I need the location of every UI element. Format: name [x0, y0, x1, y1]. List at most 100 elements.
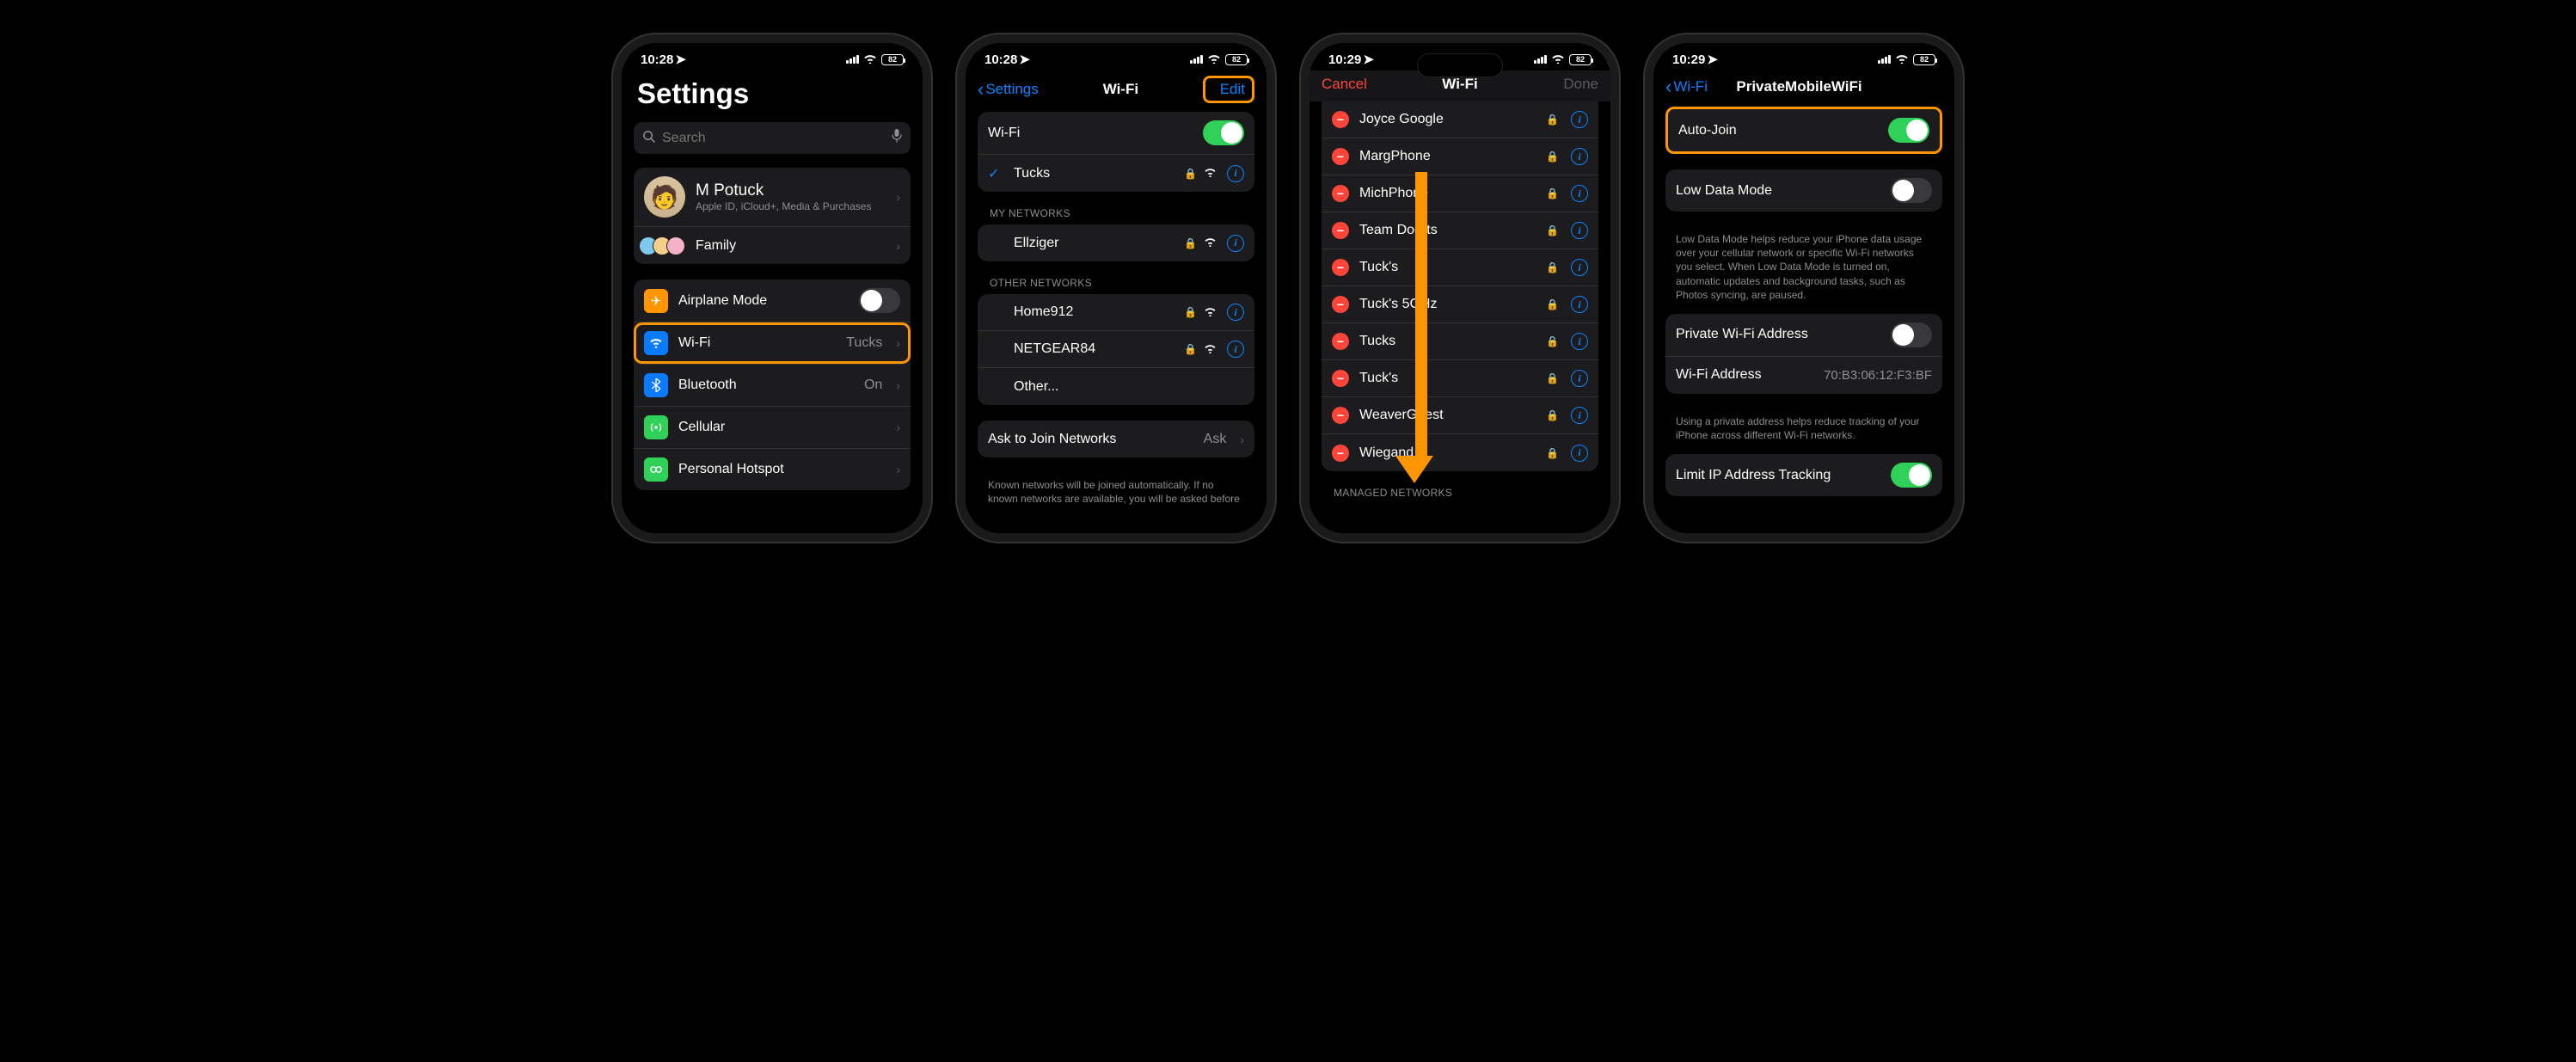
network-edit-row[interactable]: −MichPhone🔒i: [1322, 175, 1598, 212]
network-edit-row[interactable]: −Joyce Google🔒i: [1322, 101, 1598, 138]
network-edit-row[interactable]: −WeaverGuest🔒i: [1322, 397, 1598, 434]
clock: 10:28: [984, 52, 1017, 67]
network-edit-row[interactable]: −Tuck's 5GHz🔒i: [1322, 286, 1598, 323]
network-row[interactable]: Home912 🔒 i: [978, 294, 1254, 331]
info-icon[interactable]: i: [1571, 148, 1588, 165]
cancel-button[interactable]: Cancel: [1322, 76, 1373, 93]
delete-icon[interactable]: −: [1332, 445, 1349, 462]
info-icon[interactable]: i: [1227, 304, 1244, 321]
lock-icon: 🔒: [1184, 237, 1197, 249]
wifi-address-row: Wi-Fi Address 70:B3:06:12:F3:BF: [1665, 357, 1942, 394]
wifi-toggle[interactable]: [1203, 120, 1244, 145]
wifi-icon: [1895, 53, 1909, 66]
wifi-signal-icon: [1204, 236, 1217, 249]
ask-to-join-row[interactable]: Ask to Join Networks Ask ›: [978, 421, 1254, 457]
info-icon[interactable]: i: [1571, 333, 1588, 350]
info-icon[interactable]: i: [1571, 185, 1588, 202]
private-address-toggle[interactable]: [1891, 322, 1932, 347]
info-icon[interactable]: i: [1571, 259, 1588, 276]
wifi-address-value: 70:B3:06:12:F3:BF: [1824, 368, 1932, 383]
delete-icon[interactable]: −: [1332, 259, 1349, 276]
info-icon[interactable]: i: [1227, 165, 1244, 182]
network-row[interactable]: NETGEAR84 🔒 i: [978, 331, 1254, 368]
family-row[interactable]: Family ›: [634, 227, 911, 264]
delete-icon[interactable]: −: [1332, 148, 1349, 165]
hotspot-icon: [644, 457, 668, 482]
battery-icon: 82: [1913, 54, 1935, 65]
limit-ip-toggle[interactable]: [1891, 463, 1932, 488]
network-edit-row[interactable]: −Tuck's🔒i: [1322, 360, 1598, 397]
info-icon[interactable]: i: [1571, 370, 1588, 387]
checkmark-icon: ✓: [988, 165, 1003, 182]
bluetooth-row[interactable]: Bluetooth On ›: [634, 365, 911, 407]
connected-network-row[interactable]: ✓ Tucks 🔒 i: [978, 155, 1254, 192]
hotspot-row[interactable]: Personal Hotspot ›: [634, 449, 911, 490]
delete-icon[interactable]: −: [1332, 185, 1349, 202]
info-icon[interactable]: i: [1571, 445, 1588, 462]
limit-ip-row[interactable]: Limit IP Address Tracking: [1665, 454, 1942, 496]
lock-icon: 🔒: [1546, 447, 1559, 459]
low-data-label: Low Data Mode: [1676, 183, 1880, 199]
profile-name: M Potuck: [696, 181, 882, 200]
delete-icon[interactable]: −: [1332, 222, 1349, 239]
airplane-mode-row[interactable]: ✈︎ Airplane Mode: [634, 279, 911, 322]
status-bar: 10:29➤ 82: [1653, 43, 1954, 71]
bluetooth-label: Bluetooth: [678, 378, 854, 393]
wifi-icon: [863, 53, 877, 66]
edit-button[interactable]: Edit: [1203, 76, 1254, 103]
info-icon[interactable]: i: [1571, 111, 1588, 128]
network-edit-row[interactable]: −Tuck's🔒i: [1322, 249, 1598, 286]
clock: 10:29: [1672, 52, 1705, 67]
private-address-row[interactable]: Private Wi-Fi Address: [1665, 314, 1942, 357]
network-row[interactable]: Ellziger 🔒 i: [978, 224, 1254, 261]
low-data-toggle[interactable]: [1891, 178, 1932, 203]
network-label: Tuck's: [1359, 260, 1536, 275]
cellular-row[interactable]: Cellular ›: [634, 407, 911, 449]
network-edit-row[interactable]: −Wiegand🔒i: [1322, 434, 1598, 471]
page-title: Settings: [634, 71, 911, 122]
delete-icon[interactable]: −: [1332, 370, 1349, 387]
network-label: Joyce Google: [1359, 112, 1536, 127]
auto-join-row[interactable]: Auto-Join: [1668, 109, 1940, 151]
network-label: Home912: [1014, 304, 1174, 320]
info-icon[interactable]: i: [1227, 235, 1244, 252]
cellular-signal-icon: [846, 55, 859, 64]
low-data-row[interactable]: Low Data Mode: [1665, 169, 1942, 212]
cellular-signal-icon: [1878, 55, 1891, 64]
done-button[interactable]: Done: [1547, 76, 1598, 93]
network-edit-row[interactable]: −Team Doorts🔒i: [1322, 212, 1598, 249]
lock-icon: 🔒: [1546, 335, 1559, 347]
location-arrow-icon: ➤: [1363, 52, 1374, 67]
network-edit-row[interactable]: −Tucks🔒i: [1322, 323, 1598, 360]
wifi-row[interactable]: Wi-Fi Tucks ›: [634, 322, 911, 365]
wifi-toggle-row[interactable]: Wi-Fi: [978, 112, 1254, 155]
other-label: Other...: [1014, 379, 1244, 395]
info-icon[interactable]: i: [1571, 222, 1588, 239]
info-icon[interactable]: i: [1571, 296, 1588, 313]
info-icon[interactable]: i: [1571, 407, 1588, 424]
wifi-icon: [1207, 53, 1221, 66]
other-network-row[interactable]: Other...: [978, 368, 1254, 405]
auto-join-toggle[interactable]: [1888, 118, 1929, 143]
managed-networks-header: MANAGED NETWORKS: [1322, 487, 1598, 497]
network-edit-row[interactable]: −MargPhone🔒i: [1322, 138, 1598, 175]
cellular-signal-icon: [1190, 55, 1203, 64]
delete-icon[interactable]: −: [1332, 111, 1349, 128]
info-icon[interactable]: i: [1227, 341, 1244, 358]
network-label: MargPhone: [1359, 149, 1536, 164]
mic-icon[interactable]: [892, 129, 902, 147]
search-input[interactable]: [634, 122, 911, 154]
my-networks-header: MY NETWORKS: [978, 207, 1254, 224]
back-button[interactable]: ‹Wi-Fi: [1665, 76, 1708, 98]
family-avatars: [644, 236, 685, 255]
delete-icon[interactable]: −: [1332, 296, 1349, 313]
network-label: Ellziger: [1014, 236, 1174, 251]
delete-icon[interactable]: −: [1332, 333, 1349, 350]
delete-icon[interactable]: −: [1332, 407, 1349, 424]
bluetooth-value: On: [864, 378, 882, 393]
status-bar: 10:28➤ 82: [966, 43, 1267, 71]
apple-id-row[interactable]: 🧑 M Potuck Apple ID, iCloud+, Media & Pu…: [634, 168, 911, 227]
back-button[interactable]: ‹Settings: [978, 78, 1039, 101]
network-label: WeaverGuest: [1359, 408, 1536, 423]
airplane-toggle[interactable]: [859, 288, 900, 313]
